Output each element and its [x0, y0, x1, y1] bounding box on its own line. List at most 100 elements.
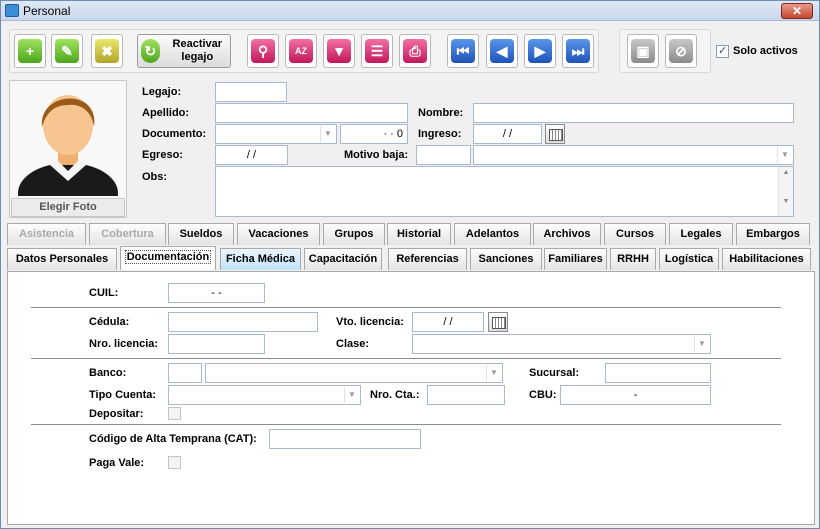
motivo-baja-code-input[interactable] — [416, 145, 471, 165]
tab-adelantos[interactable]: Adelantos — [454, 223, 531, 245]
legajo-input[interactable] — [215, 82, 287, 102]
nombre-input[interactable] — [473, 103, 794, 123]
close-button[interactable]: ✕ — [781, 3, 813, 19]
tab-sanciones[interactable]: Sanciones — [470, 248, 542, 270]
edit-button[interactable]: ✎ — [51, 34, 83, 68]
next-record-button[interactable]: ▶ — [524, 34, 556, 68]
cuil-label: CUIL: — [89, 287, 119, 299]
depositar-checkbox[interactable] — [168, 407, 181, 420]
cuil-input[interactable]: - - — [168, 283, 265, 303]
chevron-down-icon: ▼ — [777, 147, 792, 163]
save-button[interactable]: ▣ — [627, 34, 659, 68]
tab-archivos[interactable]: Archivos — [533, 223, 601, 245]
cat-label: Código de Alta Temprana (CAT): — [89, 433, 257, 445]
obs-textarea[interactable]: ▲ ▼ — [215, 166, 794, 217]
filter-button[interactable]: ▼ — [323, 34, 355, 68]
documento-label: Documento: — [142, 128, 207, 140]
solo-activos-label: Solo activos — [733, 45, 798, 57]
solo-activos-checkbox[interactable] — [716, 44, 729, 58]
delete-button[interactable]: ✖ — [91, 34, 123, 68]
cancel-button[interactable]: ⊘ — [665, 34, 697, 68]
cbu-input[interactable]: - — [560, 385, 711, 405]
tab-label: Adelantos — [465, 228, 520, 240]
nro-cta-input[interactable] — [427, 385, 505, 405]
tab-historial[interactable]: Historial — [387, 223, 451, 245]
previous-record-icon: ◀ — [490, 39, 514, 63]
tab-embargos[interactable]: Embargos — [736, 223, 810, 245]
egreso-date-input[interactable]: / / — [215, 145, 288, 165]
tab-legales[interactable]: Legales — [669, 223, 733, 245]
cedula-label: Cédula: — [89, 316, 130, 328]
obs-label: Obs: — [142, 171, 168, 183]
tipo-cuenta-select[interactable]: ▼ — [168, 385, 361, 405]
tab-ficha-médica[interactable]: Ficha Médica — [220, 248, 301, 270]
tab-label: Datos Personales — [15, 253, 109, 265]
last-record-button[interactable]: ⏭ — [562, 34, 594, 68]
cancel-icon: ⊘ — [669, 39, 693, 63]
tab-label: Cursos — [616, 228, 654, 240]
paga-vale-label: Paga Vale: — [89, 457, 145, 469]
print-icon: ⎙ — [403, 39, 427, 63]
tab-documentación[interactable]: Documentación — [120, 246, 216, 270]
tab-label: Archivos — [543, 228, 591, 240]
vto-licencia-date-input[interactable]: / / — [412, 312, 484, 332]
ingreso-date-input[interactable]: / / — [473, 124, 542, 144]
tab-familiares[interactable]: Familiares — [544, 248, 607, 270]
clase-label: Clase: — [336, 338, 370, 350]
ingreso-calendar-icon[interactable] — [545, 124, 565, 144]
elegir-foto-button[interactable]: Elegir Foto — [11, 198, 125, 217]
tab-logística[interactable]: Logística — [659, 248, 719, 270]
vto-licencia-label: Vto. licencia: — [336, 316, 404, 328]
tab-cobertura: Cobertura — [89, 223, 166, 245]
report-button[interactable]: ☰ — [361, 34, 393, 68]
tab-capacitación[interactable]: Capacitación — [304, 248, 382, 270]
print-button[interactable]: ⎙ — [399, 34, 431, 68]
tab-label: Embargos — [746, 228, 800, 240]
vto-licencia-calendar-icon[interactable] — [488, 312, 508, 332]
tab-rrhh[interactable]: RRHH — [610, 248, 656, 270]
add-button[interactable]: + — [14, 34, 46, 68]
tab-label: Capacitación — [308, 253, 378, 265]
obs-scrollbar[interactable]: ▲ ▼ — [778, 167, 793, 216]
chevron-down-icon: ▼ — [486, 365, 501, 381]
tab-grupos[interactable]: Grupos — [323, 223, 385, 245]
documento-number-input[interactable]: · · 0 — [340, 124, 408, 144]
sort-az-button[interactable]: AZ — [285, 34, 317, 68]
cedula-input[interactable] — [168, 312, 318, 332]
paga-vale-checkbox[interactable] — [168, 456, 181, 469]
tab-referencias[interactable]: Referencias — [388, 248, 467, 270]
banco-code-input[interactable] — [168, 363, 202, 383]
first-record-button[interactable]: ⏮ — [447, 34, 479, 68]
delete-icon: ✖ — [95, 39, 119, 63]
tab-sueldos[interactable]: Sueldos — [168, 223, 234, 245]
divider — [31, 307, 781, 308]
documento-type-select[interactable]: ▼ — [215, 124, 337, 144]
sucursal-label: Sucursal: — [529, 367, 580, 379]
tab-label: Ficha Médica — [225, 253, 296, 265]
tab-asistencia: Asistencia — [7, 223, 86, 245]
divider — [31, 358, 781, 359]
filter-icon: ▼ — [327, 39, 351, 63]
tipo-cuenta-label: Tipo Cuenta: — [89, 389, 157, 401]
tab-label: Referencias — [396, 253, 459, 265]
cat-input[interactable] — [269, 429, 421, 449]
depositar-label: Depositar: — [89, 408, 144, 420]
sucursal-input[interactable] — [605, 363, 711, 383]
add-icon: + — [18, 39, 42, 63]
apellido-input[interactable] — [215, 103, 408, 123]
next-record-icon: ▶ — [528, 39, 552, 63]
tab-label: Sueldos — [179, 228, 223, 240]
motivo-baja-select[interactable]: ▼ — [473, 145, 794, 165]
search-button[interactable]: ⚲ — [247, 34, 279, 68]
tab-cursos[interactable]: Cursos — [604, 223, 666, 245]
banco-select[interactable]: ▼ — [205, 363, 503, 383]
clase-select[interactable]: ▼ — [412, 334, 711, 354]
tab-habilitaciones[interactable]: Habilitaciones — [722, 248, 811, 270]
tab-vacaciones[interactable]: Vacaciones — [237, 223, 320, 245]
tab-label: Historial — [396, 228, 441, 240]
previous-record-button[interactable]: ◀ — [486, 34, 518, 68]
chevron-down-icon: ▼ — [320, 126, 335, 142]
nro-licencia-input[interactable] — [168, 334, 265, 354]
reactivar-legajo-button[interactable]: ↻ Reactivar legajo — [137, 34, 231, 68]
tab-datos-personales[interactable]: Datos Personales — [7, 248, 117, 270]
